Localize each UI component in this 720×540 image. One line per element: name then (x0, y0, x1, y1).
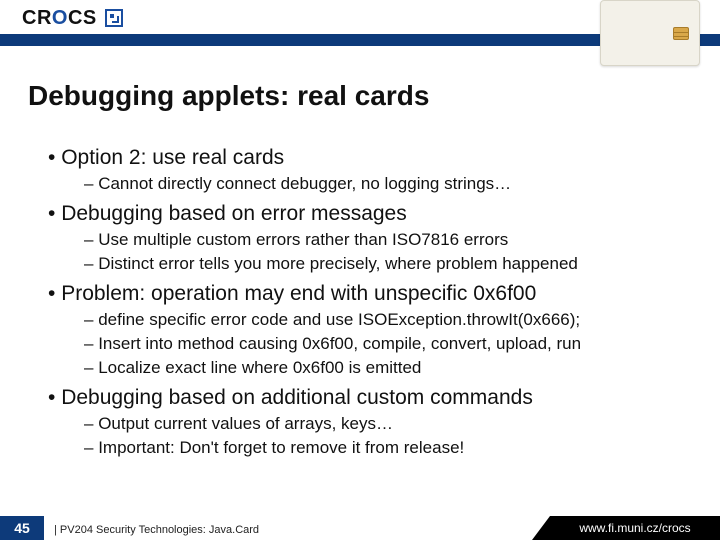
chip-icon (673, 27, 689, 40)
footer: 45 | PV204 Security Technologies: Java.C… (0, 516, 720, 540)
header: CROCS (0, 0, 720, 56)
course-label: | PV204 Security Technologies: Java.Card (54, 524, 259, 536)
slide: CROCS Debugging applets: real cards Opti… (0, 0, 720, 540)
bullet-l1: Option 2: use real cards (48, 146, 700, 170)
bullet-l2: Important: Don't forget to remove it fro… (84, 438, 700, 458)
bullet-l1: Problem: operation may end with unspecif… (48, 282, 700, 306)
logo-text: CROCS (22, 7, 123, 29)
bullet-l2: Localize exact line where 0x6f00 is emit… (84, 358, 700, 378)
logo-o: O (52, 7, 68, 29)
page-number: 45 (0, 516, 44, 540)
bullet-l2: Use multiple custom errors rather than I… (84, 230, 700, 250)
logo-pre: CR (22, 7, 52, 29)
bullet-l2: Insert into method causing 0x6f00, compi… (84, 334, 700, 354)
logo: CROCS (22, 6, 123, 30)
footer-site: www.fi.muni.cz/crocs (550, 516, 720, 540)
slide-body: Option 2: use real cards Cannot directly… (28, 140, 700, 458)
logo-box-icon (105, 9, 123, 27)
bullet-l1: Debugging based on additional custom com… (48, 386, 700, 410)
logo-post: CS (68, 7, 97, 29)
bullet-l2: Cannot directly connect debugger, no log… (84, 174, 700, 194)
slide-title: Debugging applets: real cards (28, 80, 429, 112)
smartcard-icon (600, 0, 700, 66)
bullet-l2: define specific error code and use ISOEx… (84, 310, 700, 330)
bullet-l2: Distinct error tells you more precisely,… (84, 254, 700, 274)
bullet-l1: Debugging based on error messages (48, 202, 700, 226)
bullet-l2: Output current values of arrays, keys… (84, 414, 700, 434)
